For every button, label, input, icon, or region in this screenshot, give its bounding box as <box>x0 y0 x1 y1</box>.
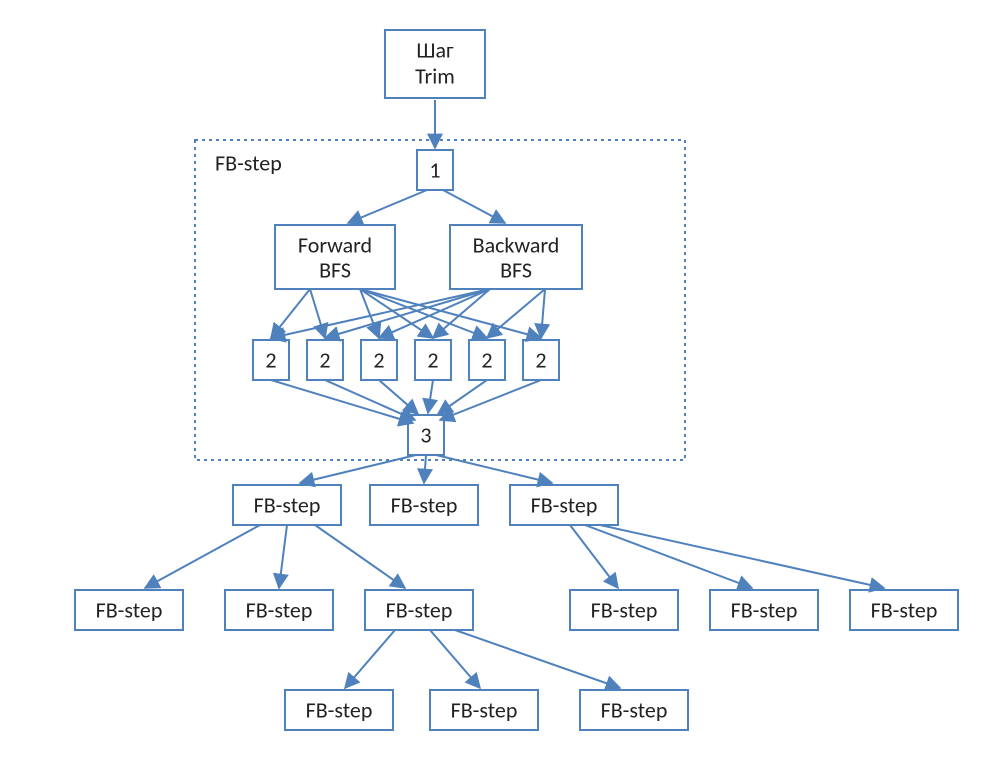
svg-text:FB-step: FB-step <box>306 696 373 723</box>
svg-text:FB-step: FB-step <box>386 596 453 623</box>
svg-text:Шаг: Шаг <box>416 36 454 63</box>
fb-step-r4-3: FB-step <box>570 590 678 630</box>
node-two-5: 2 <box>523 340 559 380</box>
edge-m2-r4-5 <box>600 525 884 588</box>
svg-text:FB-step: FB-step <box>601 696 668 723</box>
svg-text:Backward: Backward <box>473 231 560 258</box>
edge-1-to-fw <box>348 190 427 223</box>
svg-text:BFS: BFS <box>319 256 351 283</box>
svg-text:Forward: Forward <box>298 231 372 258</box>
edge-2e-3 <box>438 380 487 414</box>
edge-fw-to-5 <box>360 289 541 338</box>
node-two-0: 2 <box>253 340 289 380</box>
svg-text:FB-step: FB-step <box>531 491 598 518</box>
node-two-1: 2 <box>307 340 343 380</box>
fb-step-r4-0: FB-step <box>75 590 183 630</box>
edge-2a-3 <box>271 380 413 423</box>
fb-step-r4-1: FB-step <box>225 590 333 630</box>
svg-text:2: 2 <box>265 346 276 373</box>
svg-text:FB-step: FB-step <box>254 491 321 518</box>
fb-step-group-label: FB-step <box>215 149 282 176</box>
fb-step-r5-0: FB-step <box>285 690 393 730</box>
svg-text:2: 2 <box>427 346 438 373</box>
node-two-2: 2 <box>361 340 397 380</box>
node-backward-bfs: Backward BFS <box>450 225 582 289</box>
fb-step-mid-1: FB-step <box>370 485 478 525</box>
edge-r4c-r5-0 <box>345 630 395 688</box>
edge-2f-3 <box>440 380 541 420</box>
fb-step-r4-4: FB-step <box>710 590 818 630</box>
fb-step-mid-2: FB-step <box>510 485 618 525</box>
svg-text:2: 2 <box>373 346 384 373</box>
edge-m0-r4-1 <box>279 525 287 588</box>
svg-text:Trim: Trim <box>415 62 455 89</box>
node-1: 1 <box>417 150 453 190</box>
svg-text:3: 3 <box>420 421 431 448</box>
edge-3-to-mid1 <box>424 455 426 483</box>
edge-r4c-r5-1 <box>430 630 480 688</box>
node-forward-bfs: Forward BFS <box>275 225 395 289</box>
svg-text:FB-step: FB-step <box>731 596 798 623</box>
svg-text:FB-step: FB-step <box>591 596 658 623</box>
svg-text:FB-step: FB-step <box>451 696 518 723</box>
fb-step-r4-5: FB-step <box>850 590 958 630</box>
fb-step-mid-0: FB-step <box>233 485 341 525</box>
node-two-3: 2 <box>415 340 451 380</box>
svg-text:FB-step: FB-step <box>246 596 313 623</box>
root-node: Шаг Trim <box>385 30 485 98</box>
edge-bw-to-5 <box>541 289 545 338</box>
edge-fw-to-1 <box>310 289 325 338</box>
fb-step-r5-2: FB-step <box>580 690 688 730</box>
fb-step-r5-1: FB-step <box>430 690 538 730</box>
edge-m0-r4-2 <box>315 525 405 588</box>
svg-text:2: 2 <box>319 346 330 373</box>
node-3: 3 <box>408 415 444 455</box>
edge-m0-r4-0 <box>145 525 260 588</box>
svg-text:FB-step: FB-step <box>391 491 458 518</box>
svg-text:1: 1 <box>429 156 440 183</box>
node-two-4: 2 <box>469 340 505 380</box>
svg-text:2: 2 <box>481 346 492 373</box>
svg-text:BFS: BFS <box>500 256 532 283</box>
fb-step-r4-2: FB-step <box>365 590 473 630</box>
edge-2c-3 <box>379 380 418 414</box>
edge-r4c-r5-2 <box>455 630 620 688</box>
svg-text:FB-step: FB-step <box>871 596 938 623</box>
svg-text:2: 2 <box>535 346 546 373</box>
edge-2d-3 <box>428 380 433 413</box>
svg-text:FB-step: FB-step <box>96 596 163 623</box>
edge-1-to-bw <box>443 190 505 223</box>
